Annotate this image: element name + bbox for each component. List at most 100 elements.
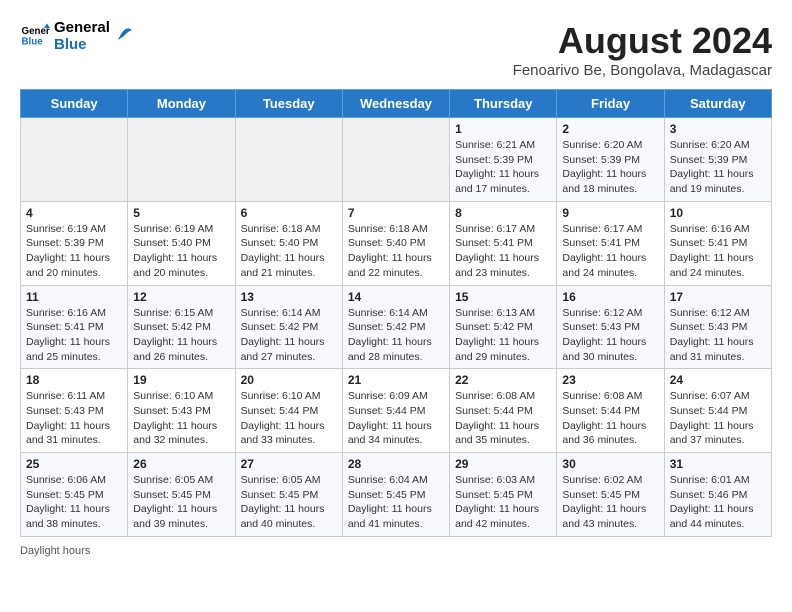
sunset-label: Sunset: 5:45 PM <box>26 489 104 501</box>
sunset-label: Sunset: 5:44 PM <box>241 405 319 417</box>
calendar-cell <box>235 118 342 202</box>
calendar-cell: 11 Sunrise: 6:16 AM Sunset: 5:41 PM Dayl… <box>21 285 128 369</box>
logo-icon: General Blue <box>20 22 50 52</box>
weekday-header: Friday <box>557 90 664 118</box>
day-info: Sunrise: 6:08 AM Sunset: 5:44 PM Dayligh… <box>455 389 551 448</box>
sunrise-label: Sunrise: 6:13 AM <box>455 307 535 319</box>
sunset-label: Sunset: 5:43 PM <box>562 321 640 333</box>
calendar-cell: 6 Sunrise: 6:18 AM Sunset: 5:40 PM Dayli… <box>235 201 342 285</box>
sunset-label: Sunset: 5:43 PM <box>133 405 211 417</box>
sunset-label: Sunset: 5:45 PM <box>455 489 533 501</box>
day-info: Sunrise: 6:11 AM Sunset: 5:43 PM Dayligh… <box>26 389 122 448</box>
page-subtitle: Fenoarivo Be, Bongolava, Madagascar <box>513 62 772 79</box>
day-info: Sunrise: 6:10 AM Sunset: 5:44 PM Dayligh… <box>241 389 337 448</box>
daylight-info: Daylight: 11 hours and 34 minutes. <box>348 420 432 447</box>
daylight-info: Daylight: 11 hours and 32 minutes. <box>133 420 217 447</box>
daylight-label: Daylight hours <box>20 545 90 557</box>
day-number: 26 <box>133 457 229 471</box>
day-info: Sunrise: 6:13 AM Sunset: 5:42 PM Dayligh… <box>455 306 551 365</box>
day-number: 5 <box>133 206 229 220</box>
daylight-info: Daylight: 11 hours and 44 minutes. <box>670 503 754 530</box>
day-info: Sunrise: 6:10 AM Sunset: 5:43 PM Dayligh… <box>133 389 229 448</box>
calendar-cell: 15 Sunrise: 6:13 AM Sunset: 5:42 PM Dayl… <box>450 285 557 369</box>
sunset-label: Sunset: 5:40 PM <box>241 237 319 249</box>
calendar-cell: 20 Sunrise: 6:10 AM Sunset: 5:44 PM Dayl… <box>235 369 342 453</box>
calendar-cell: 9 Sunrise: 6:17 AM Sunset: 5:41 PM Dayli… <box>557 201 664 285</box>
calendar-table: SundayMondayTuesdayWednesdayThursdayFrid… <box>20 89 772 537</box>
daylight-info: Daylight: 11 hours and 31 minutes. <box>670 336 754 363</box>
day-info: Sunrise: 6:12 AM Sunset: 5:43 PM Dayligh… <box>670 306 766 365</box>
day-number: 20 <box>241 373 337 387</box>
calendar-cell: 27 Sunrise: 6:05 AM Sunset: 5:45 PM Dayl… <box>235 453 342 537</box>
sunset-label: Sunset: 5:40 PM <box>348 237 426 249</box>
sunrise-label: Sunrise: 6:19 AM <box>133 223 213 235</box>
daylight-info: Daylight: 11 hours and 22 minutes. <box>348 252 432 279</box>
day-number: 18 <box>26 373 122 387</box>
daylight-info: Daylight: 11 hours and 26 minutes. <box>133 336 217 363</box>
sunrise-label: Sunrise: 6:19 AM <box>26 223 106 235</box>
sunset-label: Sunset: 5:44 PM <box>670 405 748 417</box>
sunset-label: Sunset: 5:45 PM <box>348 489 426 501</box>
logo-bird-icon <box>116 22 134 44</box>
calendar-cell: 25 Sunrise: 6:06 AM Sunset: 5:45 PM Dayl… <box>21 453 128 537</box>
day-number: 31 <box>670 457 766 471</box>
sunset-label: Sunset: 5:39 PM <box>455 154 533 166</box>
sunrise-label: Sunrise: 6:08 AM <box>455 390 535 402</box>
daylight-info: Daylight: 11 hours and 38 minutes. <box>26 503 110 530</box>
sunrise-label: Sunrise: 6:20 AM <box>562 139 642 151</box>
day-info: Sunrise: 6:19 AM Sunset: 5:39 PM Dayligh… <box>26 222 122 281</box>
svg-text:Blue: Blue <box>22 36 44 47</box>
sunset-label: Sunset: 5:42 PM <box>241 321 319 333</box>
calendar-cell: 22 Sunrise: 6:08 AM Sunset: 5:44 PM Dayl… <box>450 369 557 453</box>
daylight-info: Daylight: 11 hours and 25 minutes. <box>26 336 110 363</box>
calendar-cell: 24 Sunrise: 6:07 AM Sunset: 5:44 PM Dayl… <box>664 369 771 453</box>
day-info: Sunrise: 6:07 AM Sunset: 5:44 PM Dayligh… <box>670 389 766 448</box>
sunrise-label: Sunrise: 6:05 AM <box>133 474 213 486</box>
sunset-label: Sunset: 5:39 PM <box>562 154 640 166</box>
sunrise-label: Sunrise: 6:16 AM <box>26 307 106 319</box>
calendar-cell: 30 Sunrise: 6:02 AM Sunset: 5:45 PM Dayl… <box>557 453 664 537</box>
day-info: Sunrise: 6:12 AM Sunset: 5:43 PM Dayligh… <box>562 306 658 365</box>
sunrise-label: Sunrise: 6:04 AM <box>348 474 428 486</box>
weekday-header: Sunday <box>21 90 128 118</box>
sunrise-label: Sunrise: 6:16 AM <box>670 223 750 235</box>
calendar-cell: 21 Sunrise: 6:09 AM Sunset: 5:44 PM Dayl… <box>342 369 449 453</box>
day-number: 30 <box>562 457 658 471</box>
weekday-header: Wednesday <box>342 90 449 118</box>
daylight-info: Daylight: 11 hours and 24 minutes. <box>562 252 646 279</box>
daylight-info: Daylight: 11 hours and 24 minutes. <box>670 252 754 279</box>
sunset-label: Sunset: 5:44 PM <box>348 405 426 417</box>
daylight-info: Daylight: 11 hours and 39 minutes. <box>133 503 217 530</box>
day-number: 13 <box>241 290 337 304</box>
sunset-label: Sunset: 5:44 PM <box>562 405 640 417</box>
daylight-info: Daylight: 11 hours and 40 minutes. <box>241 503 325 530</box>
day-info: Sunrise: 6:16 AM Sunset: 5:41 PM Dayligh… <box>26 306 122 365</box>
day-number: 6 <box>241 206 337 220</box>
sunrise-label: Sunrise: 6:17 AM <box>562 223 642 235</box>
calendar-cell: 26 Sunrise: 6:05 AM Sunset: 5:45 PM Dayl… <box>128 453 235 537</box>
day-number: 27 <box>241 457 337 471</box>
weekday-header: Monday <box>128 90 235 118</box>
day-number: 8 <box>455 206 551 220</box>
calendar-cell: 7 Sunrise: 6:18 AM Sunset: 5:40 PM Dayli… <box>342 201 449 285</box>
sunrise-label: Sunrise: 6:17 AM <box>455 223 535 235</box>
sunset-label: Sunset: 5:46 PM <box>670 489 748 501</box>
daylight-info: Daylight: 11 hours and 30 minutes. <box>562 336 646 363</box>
day-info: Sunrise: 6:14 AM Sunset: 5:42 PM Dayligh… <box>348 306 444 365</box>
calendar-cell: 8 Sunrise: 6:17 AM Sunset: 5:41 PM Dayli… <box>450 201 557 285</box>
sunset-label: Sunset: 5:40 PM <box>133 237 211 249</box>
day-info: Sunrise: 6:03 AM Sunset: 5:45 PM Dayligh… <box>455 473 551 532</box>
day-number: 29 <box>455 457 551 471</box>
calendar-cell <box>21 118 128 202</box>
daylight-info: Daylight: 11 hours and 35 minutes. <box>455 420 539 447</box>
calendar-cell: 19 Sunrise: 6:10 AM Sunset: 5:43 PM Dayl… <box>128 369 235 453</box>
header: General Blue General Blue August 2024 Fe… <box>20 20 772 79</box>
sunrise-label: Sunrise: 6:12 AM <box>562 307 642 319</box>
calendar-cell: 1 Sunrise: 6:21 AM Sunset: 5:39 PM Dayli… <box>450 118 557 202</box>
calendar-cell: 5 Sunrise: 6:19 AM Sunset: 5:40 PM Dayli… <box>128 201 235 285</box>
calendar-cell: 28 Sunrise: 6:04 AM Sunset: 5:45 PM Dayl… <box>342 453 449 537</box>
day-info: Sunrise: 6:18 AM Sunset: 5:40 PM Dayligh… <box>241 222 337 281</box>
sunrise-label: Sunrise: 6:14 AM <box>241 307 321 319</box>
sunrise-label: Sunrise: 6:18 AM <box>241 223 321 235</box>
day-info: Sunrise: 6:04 AM Sunset: 5:45 PM Dayligh… <box>348 473 444 532</box>
